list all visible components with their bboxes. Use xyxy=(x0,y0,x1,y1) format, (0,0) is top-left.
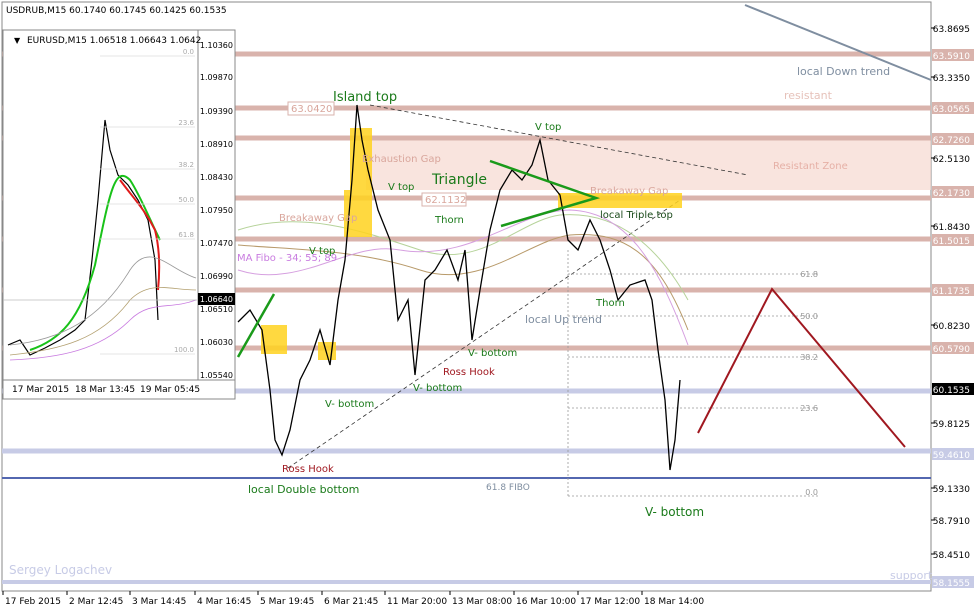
inset-y-label: 1.08430 xyxy=(200,173,233,182)
y-tick-label: 63.8695 xyxy=(933,25,970,35)
y-tick-label: 62.1730 xyxy=(933,189,970,199)
y-tick-label: 58.7910 xyxy=(933,517,970,527)
y-tick-label: 60.8230 xyxy=(933,322,970,332)
y-tick-label: 61.1735 xyxy=(933,287,970,297)
x-tick-label: 17 Feb 2015 xyxy=(5,597,61,606)
inset-fib-label: 100.0 xyxy=(174,346,194,354)
annotation-14: Resistant Zone xyxy=(773,161,848,172)
annotation-17: V- bottom xyxy=(468,348,517,359)
annotation-19: Ross Hook xyxy=(443,367,495,378)
y-tick-label: 60.1535 xyxy=(933,386,970,396)
main-header: USDRUB,M15 60.1740 60.1745 60.1425 60.15… xyxy=(6,6,227,16)
inset-y-label: 1.08910 xyxy=(200,140,233,149)
x-tick-label: 11 Mar 20:00 xyxy=(387,597,447,606)
chart-root: 61.8 50.0 38.2 23.6 0.0 0.0 23.6 38.2 50.0 61.8 1… xyxy=(0,0,974,607)
y-tick-label: 62.7260 xyxy=(933,136,970,146)
y-tick-label: 59.1330 xyxy=(933,485,970,495)
y-tick-label: 61.5015 xyxy=(933,237,970,247)
annotation-24: support xyxy=(890,569,933,582)
x-tick-label: 6 Mar 21:45 xyxy=(324,597,378,606)
x-tick-label: 3 Mar 14:45 xyxy=(132,597,186,606)
inset-current-price: 1.06640 xyxy=(200,295,233,304)
annotation-13: resistant xyxy=(784,89,833,102)
x-tick-label: 17 Mar 12:00 xyxy=(580,597,640,606)
chart-canvas: 61.8 50.0 38.2 23.6 0.0 0.0 23.6 38.2 50.0 61.8 1… xyxy=(0,0,974,607)
inset-fib-label: 23.6 xyxy=(178,119,194,127)
x-tick-label: 18 Mar 14:00 xyxy=(644,597,704,606)
inset-y-label: 1.06990 xyxy=(200,272,233,281)
inset-x-label: 17 Mar 2015 xyxy=(12,385,69,395)
inset-y-label: 1.09390 xyxy=(200,107,233,116)
y-tick-label: 60.5790 xyxy=(933,345,970,355)
inset-dropdown-icon: ▼ xyxy=(14,36,21,45)
x-tick-label: 13 Mar 08:00 xyxy=(452,597,512,606)
fib-level-label: 38.2 xyxy=(800,353,818,362)
inset-fib-label: 0.0 xyxy=(183,48,194,56)
fib-level-label: 50.0 xyxy=(800,312,818,321)
annotation-2: V top xyxy=(388,182,414,193)
annotation-18: V- bottom xyxy=(645,505,704,519)
inset-fib-label: 61.8 xyxy=(178,231,194,239)
x-tick-label: 4 Mar 16:45 xyxy=(197,597,251,606)
annotation-22: 61.8 FIBO xyxy=(486,483,530,493)
y-tick-label: 62.5130 xyxy=(933,155,970,165)
y-tick-label: 63.3350 xyxy=(933,74,970,84)
annotation-5: Thorn xyxy=(434,215,464,226)
annotation-1: Triangle xyxy=(431,172,487,188)
annotation-9: Breakaway Gap xyxy=(590,186,668,197)
annotation-16: V- bottom xyxy=(413,383,462,394)
y-tick-label: 63.5910 xyxy=(933,52,970,62)
annotation-8: Breakaway Gap xyxy=(279,213,357,224)
inset-fib-label: 38.2 xyxy=(178,161,194,169)
y-tick-label: 63.0565 xyxy=(933,105,970,115)
annotation-21: local Double bottom xyxy=(248,483,359,496)
x-tick-label: 2 Mar 12:45 xyxy=(69,597,123,606)
annotation-20: Ross Hook xyxy=(282,464,334,475)
y-tick-label: 58.4510 xyxy=(933,551,970,561)
inset-fib-label: 50.0 xyxy=(178,196,194,204)
annotation-4: V top xyxy=(535,122,561,133)
inset-x-label: 18 Mar 13:45 xyxy=(75,385,135,395)
inset-y-label: 1.07470 xyxy=(200,239,233,248)
annotation-11: local Up trend xyxy=(525,313,602,326)
inset-header: EURUSD,M15 1.06518 1.06643 1.0642 xyxy=(27,36,201,46)
annotation-10: local Triple top xyxy=(600,210,673,221)
price-tag-2: 62.1132 xyxy=(425,195,466,206)
fib-level-label: 23.6 xyxy=(800,404,818,413)
price-tag-1: 63.0420 xyxy=(291,104,332,115)
y-tick-label: 59.8125 xyxy=(933,420,970,430)
y-tick-label: 59.4610 xyxy=(933,451,970,461)
fib-level-label: 0.0 xyxy=(805,488,818,497)
inset-x-label: 19 Mar 05:45 xyxy=(140,385,200,395)
inset-y-label: 1.06510 xyxy=(200,305,233,314)
annotation-23: MA Fibo - 34; 55; 89 xyxy=(237,253,337,264)
inset-y-label: 1.09870 xyxy=(200,73,233,82)
annotation-6: Thorn xyxy=(595,298,625,309)
inset-y-label: 1.05540 xyxy=(200,371,233,380)
inset-y-label: 1.06030 xyxy=(200,338,233,347)
x-tick-label: 5 Mar 19:45 xyxy=(260,597,314,606)
fib-level-label: 61.8 xyxy=(800,270,818,279)
y-tick-label: 61.8430 xyxy=(933,223,970,233)
y-tick-label: 58.1555 xyxy=(933,579,970,589)
gap-box-4 xyxy=(318,342,336,360)
annotation-12: local Down trend xyxy=(797,65,890,78)
annotation-7: Exhaustion Gap xyxy=(362,154,441,165)
annotation-15: V- bottom xyxy=(325,399,374,410)
inset-y-label: 1.10360 xyxy=(200,41,233,50)
inset-y-label: 1.07950 xyxy=(200,206,233,215)
x-tick-label: 16 Mar 10:00 xyxy=(516,597,576,606)
annotation-0: Island top xyxy=(333,90,397,105)
annotation-25: Sergey Logachev xyxy=(9,563,112,577)
